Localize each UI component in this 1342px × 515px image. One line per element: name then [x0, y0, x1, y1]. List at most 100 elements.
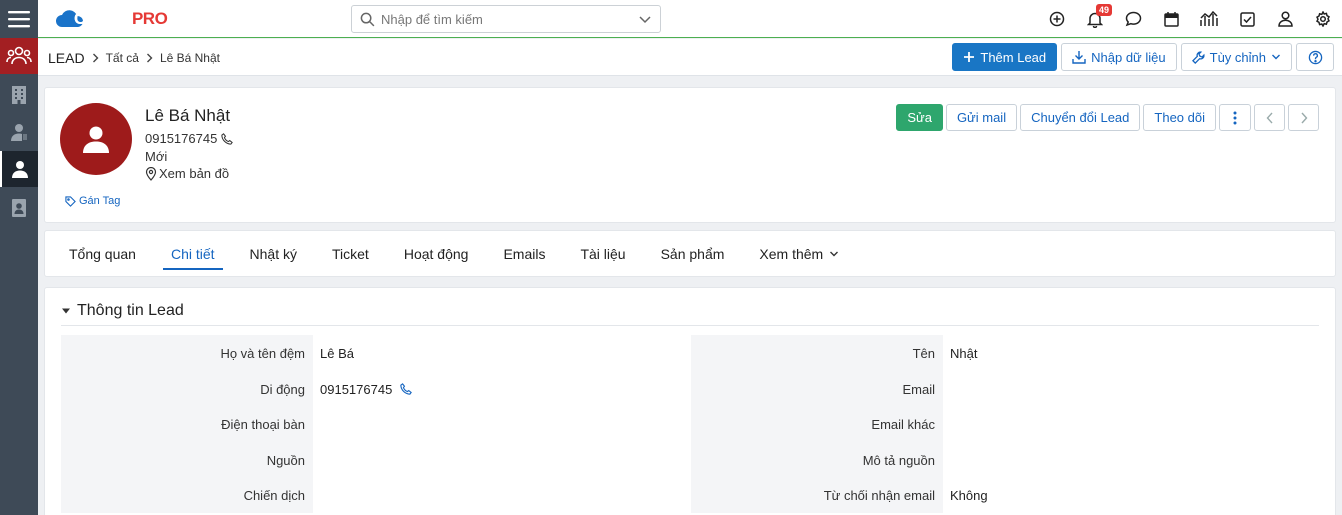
customize-button[interactable]: Tùy chỉnh — [1180, 43, 1292, 71]
caret-down-icon — [62, 308, 70, 313]
search-input[interactable] — [381, 11, 638, 27]
field-value — [313, 442, 691, 478]
view-map-link[interactable]: Xem bản đồ — [145, 166, 229, 181]
settings-button[interactable] — [1304, 0, 1342, 38]
person-icon — [12, 161, 28, 178]
field-label: Tên — [691, 335, 943, 371]
chevron-right-icon — [146, 53, 153, 63]
tab-products[interactable]: Sản phẩm — [649, 231, 737, 276]
field-row: Mô tả nguồn — [691, 441, 1321, 477]
tag-icon — [65, 195, 76, 207]
notification-count-badge: 49 — [1096, 4, 1113, 16]
field-label: Họ và tên đệm — [61, 335, 313, 371]
field-row: Từ chối nhận email Không — [691, 477, 1321, 513]
search-icon — [360, 12, 375, 26]
top-bar: CLOUDPRO 49 — [38, 0, 1342, 38]
more-vertical-icon — [1233, 111, 1237, 124]
sidebar-item-organizations[interactable] — [0, 77, 38, 113]
tab-log[interactable]: Nhật ký — [238, 231, 309, 276]
field-label: Chiến dịch — [61, 477, 313, 513]
import-data-button[interactable]: Nhập dữ liệu — [1061, 43, 1177, 71]
chat-button[interactable] — [1114, 0, 1152, 38]
field-label: Từ chối nhận email — [691, 477, 943, 513]
profile-button[interactable] — [1266, 0, 1304, 38]
tab-overview[interactable]: Tổng quan — [57, 231, 148, 276]
tab-emails[interactable]: Emails — [491, 231, 557, 276]
tab-documents[interactable]: Tài liệu — [568, 231, 637, 276]
lead-name: Lê Bá Nhật — [145, 106, 231, 125]
tab-ticket[interactable]: Ticket — [320, 231, 381, 276]
field-value-text: Lê Bá — [320, 346, 354, 361]
lead-phone: 0915176745 — [145, 131, 234, 146]
cloudpro-logo[interactable]: CLOUDPRO — [54, 6, 168, 32]
help-button[interactable] — [1296, 43, 1334, 71]
sidebar-item-leads-list[interactable] — [0, 151, 38, 187]
contact-card-icon — [12, 199, 26, 217]
reports-button[interactable] — [1190, 0, 1228, 38]
field-label: Điện thoại bàn — [61, 406, 313, 442]
field-row: Di động 0915176745 — [61, 370, 691, 406]
record-tabs: Tổng quan Chi tiết Nhật ký Ticket Hoạt đ… — [44, 230, 1336, 277]
checkbox-icon — [1239, 11, 1255, 27]
more-actions-button[interactable] — [1219, 104, 1251, 131]
global-search[interactable] — [351, 5, 661, 33]
assign-tag-label: Gán Tag — [79, 195, 121, 207]
sidebar-item-leads[interactable] — [0, 38, 38, 74]
tab-more[interactable]: Xem thêm — [747, 231, 851, 276]
convert-lead-button[interactable]: Chuyển đổi Lead — [1020, 104, 1141, 131]
add-lead-label: Thêm Lead — [980, 49, 1047, 65]
breadcrumb-all[interactable]: Tất cả — [106, 51, 139, 65]
calendar-icon — [1163, 12, 1179, 27]
assign-tag-link[interactable]: Gán Tag — [65, 195, 120, 207]
phone-icon[interactable] — [221, 132, 234, 145]
user-icon — [1277, 11, 1293, 27]
import-data-label: Nhập dữ liệu — [1091, 49, 1166, 65]
field-row: Email khác — [691, 406, 1321, 442]
phone-icon[interactable] — [400, 382, 413, 395]
previous-record-button[interactable] — [1254, 104, 1285, 131]
field-value — [943, 406, 1321, 442]
tab-activities[interactable]: Hoạt động — [392, 231, 481, 276]
section-header[interactable]: Thông tin Lead — [61, 296, 1319, 326]
lead-actions: Sửa Gửi mail Chuyển đổi Lead Theo dõi — [896, 104, 1319, 131]
sidebar-item-contacts[interactable] — [0, 114, 38, 150]
menu-toggle-button[interactable] — [0, 0, 38, 38]
field-row: Họ và tên đệm Lê Bá — [61, 335, 691, 371]
map-pin-icon — [145, 166, 157, 181]
edit-button[interactable]: Sửa — [896, 104, 943, 131]
next-record-button[interactable] — [1288, 104, 1319, 131]
field-value-text: Không — [950, 488, 988, 503]
field-value-text: Nhật — [950, 346, 978, 361]
building-icon — [12, 86, 26, 104]
field-value — [313, 477, 691, 513]
field-value — [943, 371, 1321, 407]
field-value: Không — [943, 477, 1321, 513]
customize-label: Tùy chỉnh — [1209, 49, 1266, 65]
breadcrumb-bar: LEAD Tất cả Lê Bá Nhật Thêm Lead Nhập dữ… — [38, 39, 1342, 76]
chart-icon — [1200, 11, 1218, 26]
notifications-button[interactable]: 49 — [1076, 0, 1114, 38]
field-row: Email — [691, 370, 1321, 407]
tab-details[interactable]: Chi tiết — [159, 231, 227, 276]
chat-icon — [1125, 11, 1141, 27]
person-icon — [83, 126, 109, 153]
quick-create-button[interactable] — [1038, 0, 1076, 38]
gear-icon — [1316, 11, 1330, 27]
users-group-icon — [6, 46, 32, 65]
sidebar-item-contact-cards[interactable] — [0, 190, 38, 226]
plus-icon — [964, 52, 975, 62]
field-label: Nguồn — [61, 441, 313, 477]
follow-button[interactable]: Theo dõi — [1143, 104, 1216, 131]
field-label: Email — [691, 370, 943, 406]
tasks-button[interactable] — [1228, 0, 1266, 38]
send-mail-button[interactable]: Gửi mail — [945, 104, 1018, 131]
breadcrumb-module[interactable]: LEAD — [48, 50, 85, 66]
chevron-down-icon[interactable] — [638, 12, 652, 26]
hamburger-icon — [8, 11, 30, 28]
field-value: Lê Bá — [313, 335, 691, 371]
calendar-button[interactable] — [1152, 0, 1190, 38]
field-row: Nguồn — [61, 441, 691, 478]
add-lead-button[interactable]: Thêm Lead — [952, 43, 1058, 71]
contacts-icon — [11, 124, 28, 141]
field-row: Tên Nhật — [691, 335, 1321, 371]
